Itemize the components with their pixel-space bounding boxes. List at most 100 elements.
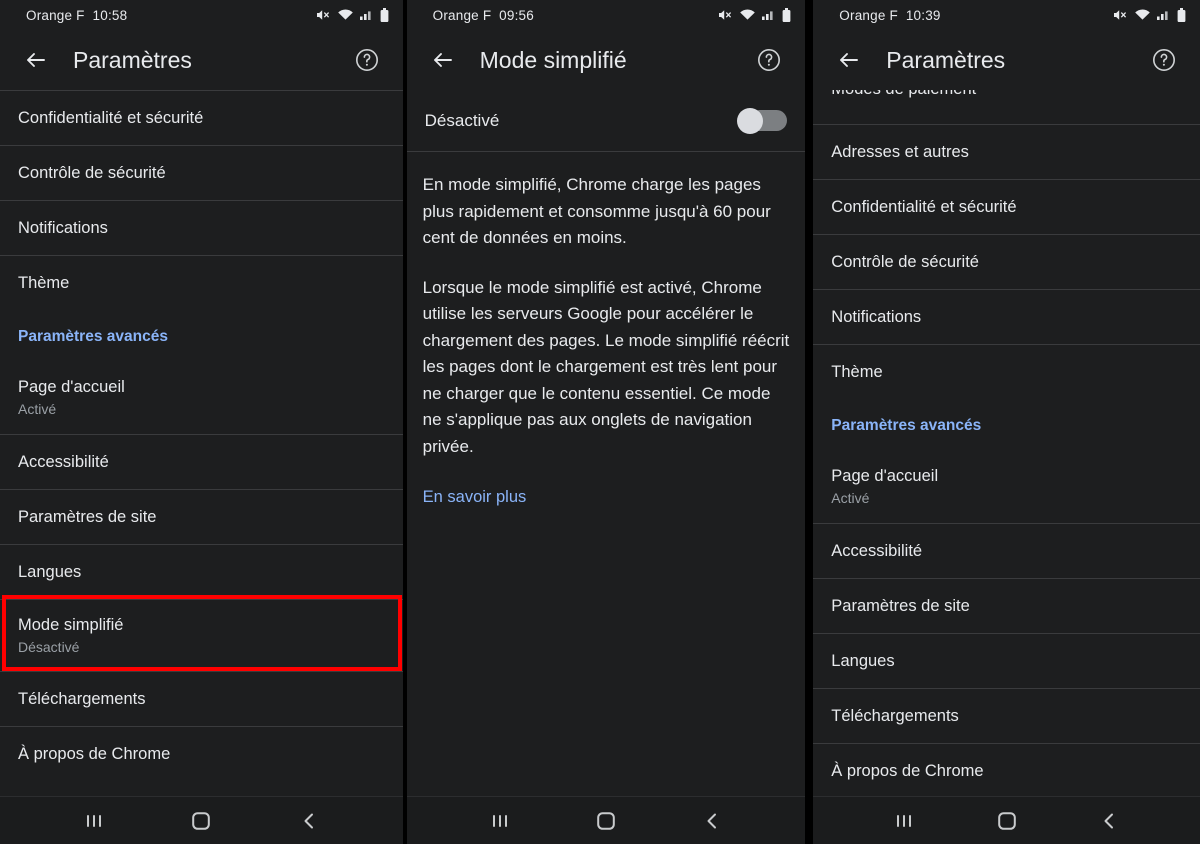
list-item-value: Activé [831, 490, 870, 506]
app-header: Paramètres [0, 30, 403, 90]
list-item-label: Notifications [18, 218, 108, 237]
list-item-langues[interactable]: Langues [813, 633, 1200, 688]
battery-icon [782, 7, 791, 23]
section-header-label: Paramètres avancés [831, 416, 982, 434]
list-item-parametres-de-site[interactable]: Paramètres de site [0, 489, 403, 544]
switch-knob [737, 107, 764, 134]
panel-settings-list-scrolled: Orange F 10:39 Paramètres Modes de paiem… [813, 0, 1200, 844]
help-circle-icon[interactable] [747, 38, 791, 82]
description-paragraph-2: Lorsque le mode simplifié est activé, Ch… [422, 277, 790, 456]
back-arrow-icon[interactable] [14, 38, 58, 82]
list-item-label: Confidentialité et sécurité [18, 108, 204, 127]
description-body: En mode simplifié, Chrome charge les pag… [407, 152, 806, 796]
list-item-langues[interactable]: Langues [0, 544, 403, 599]
list-item-label: Contrôle de sécurité [18, 163, 166, 182]
list-item-accessibilite[interactable]: Accessibilité [813, 523, 1200, 578]
list-item-label: Langues [831, 651, 895, 670]
back-button[interactable] [684, 801, 740, 841]
system-nav-bar[interactable] [813, 796, 1200, 844]
home-button[interactable] [173, 801, 229, 841]
list-item-label: Thème [18, 273, 70, 292]
toggle-state-label: Désactivé [424, 110, 500, 130]
battery-icon [1177, 7, 1186, 23]
list-item-notifications[interactable]: Notifications [813, 289, 1200, 344]
status-bar: Orange F 10:58 [0, 0, 403, 30]
mute-icon [1113, 8, 1128, 22]
system-nav-bar[interactable] [0, 796, 403, 844]
list-item-theme[interactable]: Thème [0, 255, 403, 310]
back-button[interactable] [1081, 801, 1137, 841]
status-bar: Orange F 10:39 [813, 0, 1200, 30]
list-item-label: Langues [18, 562, 82, 581]
description-paragraph-1: En mode simplifié, Chrome charge les pag… [422, 175, 771, 247]
status-carrier-time: Orange F 09:56 [432, 7, 534, 23]
home-button[interactable] [578, 801, 634, 841]
recents-button[interactable] [472, 801, 528, 841]
mode-simplifie-switch[interactable] [735, 107, 788, 134]
wifi-icon [337, 8, 354, 22]
signal-icon [359, 8, 374, 22]
list-item-confidentialite[interactable]: Confidentialité et sécurité [0, 90, 403, 145]
recents-button[interactable] [66, 801, 122, 841]
list-item-label: Notifications [831, 307, 922, 326]
list-item-page-accueil[interactable]: Page d'accueil Activé [813, 451, 1200, 523]
mode-simplifie-toggle-row[interactable]: Désactivé [406, 90, 806, 152]
mute-icon [316, 8, 331, 22]
list-item-label: Thème [831, 362, 883, 381]
list-item-label: Contrôle de sécurité [831, 252, 979, 271]
settings-list[interactable]: Confidentialité et sécurité Contrôle de … [0, 90, 403, 796]
page-title: Mode simplifié [479, 46, 627, 73]
back-arrow-icon[interactable] [827, 38, 871, 82]
list-item-page-accueil[interactable]: Page d'accueil Activé [0, 362, 403, 434]
help-circle-icon[interactable] [345, 38, 389, 82]
list-item-label: À propos de Chrome [831, 761, 984, 780]
list-item-label: Mode simplifié [18, 615, 124, 634]
app-header: Mode simplifié [406, 30, 806, 90]
help-circle-icon[interactable] [1142, 38, 1186, 82]
list-item-label: Téléchargements [18, 689, 146, 708]
list-item-label: Paramètres de site [831, 596, 970, 615]
list-item-confidentialite[interactable]: Confidentialité et sécurité [813, 179, 1200, 234]
section-header-advanced: Paramètres avancés [0, 310, 403, 362]
list-item-parametres-de-site[interactable]: Paramètres de site [813, 578, 1200, 633]
list-item-accessibilite[interactable]: Accessibilité [0, 434, 403, 489]
panel-settings-list: Orange F 10:58 Paramètres Confidentialit… [0, 0, 403, 844]
learn-more-link[interactable]: En savoir plus [423, 485, 527, 509]
system-nav-bar[interactable] [406, 796, 806, 844]
page-title: Paramètres [73, 46, 192, 73]
section-header-label: Paramètres avancés [18, 327, 168, 345]
recents-button[interactable] [876, 801, 932, 841]
signal-icon [1157, 8, 1171, 22]
list-item-controle-securite[interactable]: Contrôle de sécurité [0, 145, 403, 200]
list-item-telechargements[interactable]: Téléchargements [813, 688, 1200, 743]
list-item-label: Accessibilité [831, 541, 923, 560]
list-item-value: Désactivé [18, 638, 80, 655]
list-item-value: Activé [18, 401, 57, 417]
status-bar: Orange F 09:56 [406, 0, 806, 30]
panel-mode-simplifie-detail: Orange F 09:56 Mode simplifié Désactivé [406, 0, 806, 844]
settings-list[interactable]: Modes de paiement Adresses et autres Con… [813, 90, 1200, 796]
list-item-label: À propos de Chrome [18, 744, 171, 763]
list-item-label: Confidentialité et sécurité [831, 197, 1017, 216]
signal-icon [762, 8, 776, 22]
list-item-notifications[interactable]: Notifications [0, 200, 403, 255]
list-item-label: Paramètres de site [18, 507, 157, 526]
list-item-controle-securite[interactable]: Contrôle de sécurité [813, 234, 1200, 289]
section-header-advanced: Paramètres avancés [813, 399, 1200, 451]
mute-icon [718, 8, 733, 22]
list-item-label: Page d'accueil [18, 378, 125, 396]
back-arrow-icon[interactable] [421, 38, 465, 82]
home-button[interactable] [979, 801, 1035, 841]
three-panel-screenshot: Orange F 10:58 Paramètres Confidentialit… [0, 0, 1200, 844]
list-item-label: Accessibilité [18, 452, 109, 471]
status-carrier-time: Orange F 10:58 [26, 7, 128, 23]
list-item-theme[interactable]: Thème [813, 344, 1200, 399]
page-title: Paramètres [886, 46, 1006, 73]
list-item-telechargements[interactable]: Téléchargements [0, 671, 403, 726]
list-item-mode-simplifie[interactable]: Mode simplifié Désactivé [0, 599, 403, 671]
list-item-a-propos-de-chrome[interactable]: À propos de Chrome [0, 726, 403, 781]
list-item-a-propos-de-chrome[interactable]: À propos de Chrome [813, 743, 1200, 796]
list-item-adresses-et-autres[interactable]: Adresses et autres [813, 124, 1200, 179]
back-button[interactable] [281, 801, 337, 841]
list-item-modes-de-paiement[interactable]: Modes de paiement [813, 90, 1200, 124]
